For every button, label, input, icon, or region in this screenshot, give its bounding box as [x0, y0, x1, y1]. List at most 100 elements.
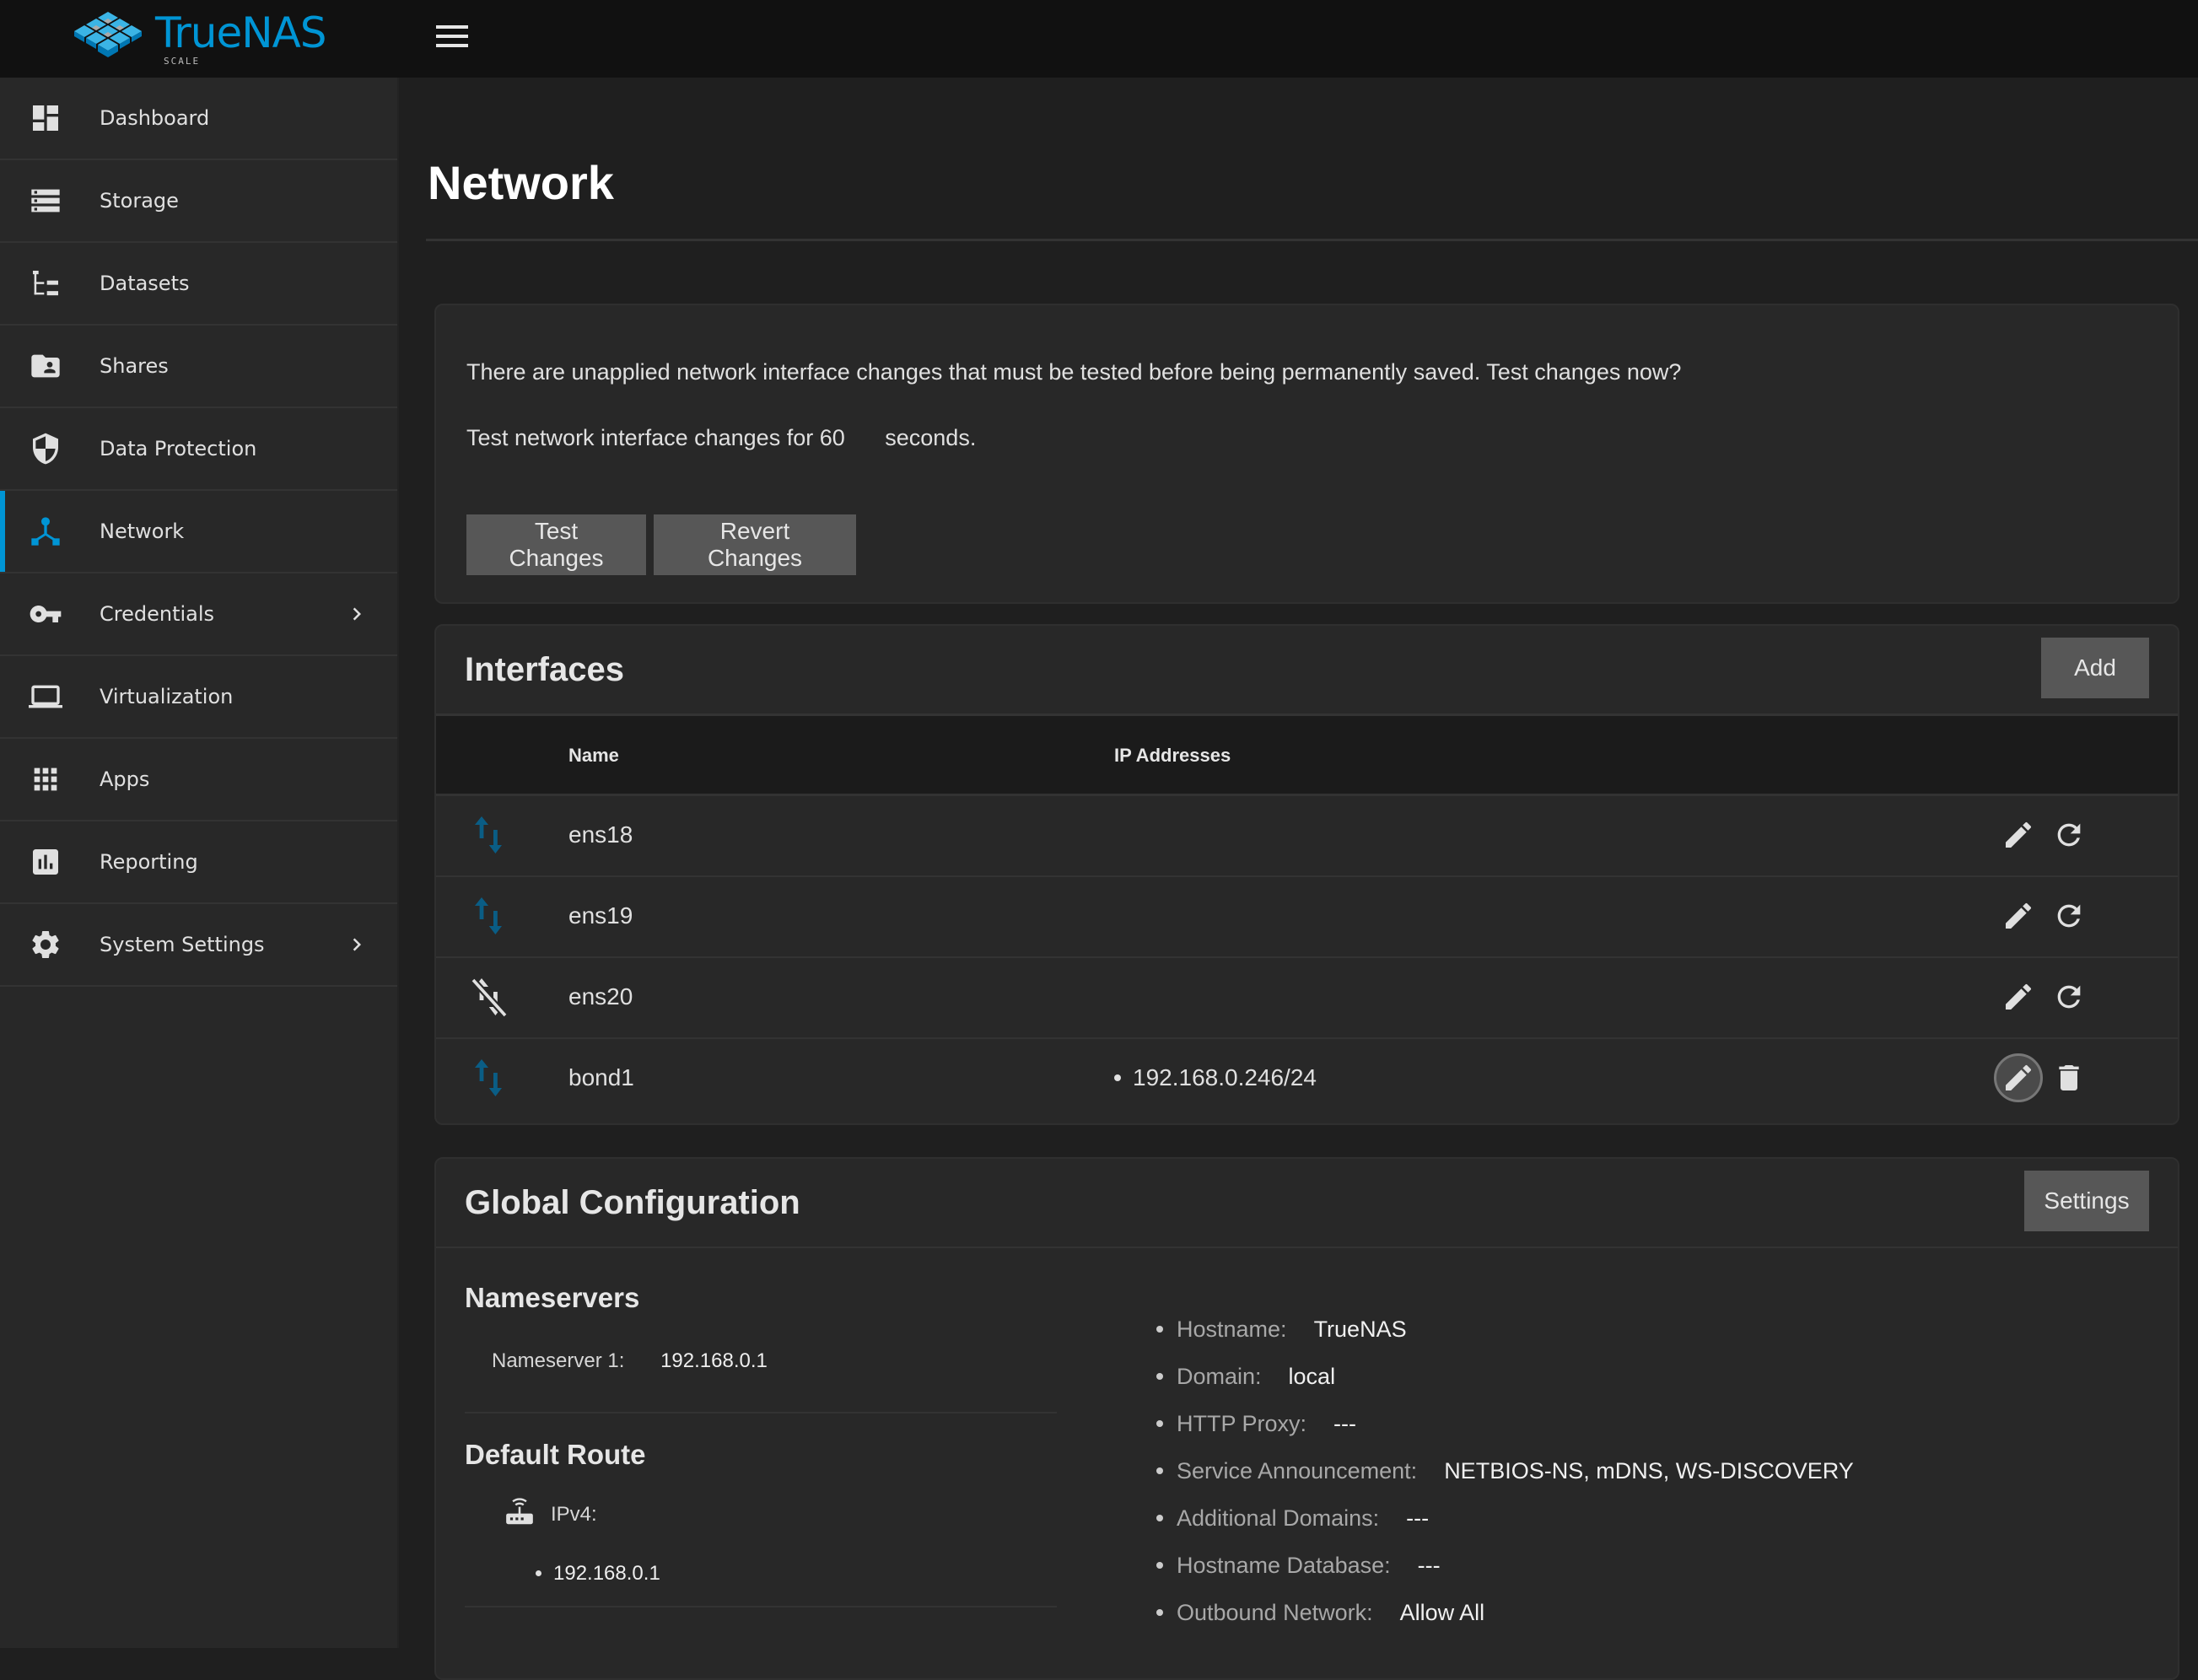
add-interface-button[interactable]: Add — [2041, 638, 2149, 698]
pending-changes-message: There are unapplied network interface ch… — [466, 359, 1682, 385]
interface-name: ens20 — [568, 983, 633, 1010]
sidebar-item-system-settings[interactable]: System Settings — [0, 904, 397, 987]
default-route-ip: 192.168.0.1 — [536, 1562, 660, 1586]
laptop-icon — [29, 680, 62, 713]
reporting-icon — [29, 845, 62, 879]
detail-http-proxy: HTTP Proxy: --- — [1156, 1400, 1854, 1447]
dashboard-icon — [29, 101, 62, 135]
chevron-right-icon — [353, 607, 361, 621]
detail-hostname-database: Hostname Database: --- — [1156, 1542, 1854, 1589]
card-divider — [436, 1247, 2178, 1248]
interface-ip: 192.168.0.246/24 — [1114, 1064, 1317, 1091]
storage-icon — [29, 184, 62, 218]
table-row[interactable]: ens19 — [436, 877, 2178, 958]
sidebar-item-storage[interactable]: Storage — [0, 160, 397, 243]
interface-name: ens18 — [568, 821, 633, 848]
link-up-icon — [475, 897, 502, 934]
revert-changes-button[interactable]: Revert Changes — [654, 514, 856, 575]
edit-icon[interactable] — [1998, 896, 2039, 936]
bullet — [536, 1570, 541, 1576]
shield-icon — [29, 432, 62, 466]
main-content: Network There are unapplied network inte… — [399, 78, 2198, 1680]
test-duration-prefix: Test network interface changes for — [466, 425, 814, 450]
sidebar-item-shares[interactable]: Shares — [0, 326, 397, 408]
section-divider — [465, 1606, 1057, 1607]
edit-icon[interactable] — [1994, 1053, 2043, 1102]
sidebar-item-label: Shares — [100, 354, 169, 378]
sidebar-item-data-protection[interactable]: Data Protection — [0, 408, 397, 491]
sidebar-item-label: Datasets — [100, 272, 190, 295]
link-up-icon — [475, 816, 502, 853]
detail-outbound-network: Outbound Network: Allow All — [1156, 1589, 1854, 1636]
sidebar-item-label: Network — [100, 520, 185, 543]
brand-edition: SCALE — [164, 56, 201, 67]
settings-button[interactable]: Settings — [2024, 1171, 2149, 1231]
sidebar-item-label: Virtualization — [100, 685, 234, 708]
sidebar-item-apps[interactable]: Apps — [0, 739, 397, 821]
sidebar-item-label: Data Protection — [100, 437, 257, 460]
table-row[interactable]: bond1 192.168.0.246/24 — [436, 1039, 2178, 1120]
router-icon — [506, 1498, 533, 1525]
bullet — [1114, 1074, 1121, 1081]
sidebar-item-label: Storage — [100, 189, 179, 213]
sidebar-item-credentials[interactable]: Credentials — [0, 573, 397, 656]
nameservers-title: Nameservers — [465, 1282, 640, 1313]
detail-hostname: Hostname: TrueNAS — [1156, 1306, 1854, 1353]
delete-icon[interactable] — [2049, 1058, 2089, 1098]
nameserver-row: Nameserver 1: 192.168.0.1 — [492, 1349, 768, 1373]
truenas-logo[interactable]: TrueNAS SCALE — [73, 8, 327, 67]
edit-icon[interactable] — [1998, 815, 2039, 855]
interfaces-card: Interfaces Add Name IP Addresses ens18 e… — [434, 624, 2179, 1125]
brand-name: TrueNAS — [155, 8, 327, 57]
sidebar-item-virtualization[interactable]: Virtualization — [0, 656, 397, 739]
table-row[interactable]: ens20 — [436, 958, 2178, 1039]
detail-service-announcement: Service Announcement: NETBIOS-NS, mDNS, W… — [1156, 1447, 1854, 1494]
truenas-logo-icon — [74, 12, 142, 57]
interface-name: ens19 — [568, 902, 633, 929]
section-divider — [465, 1412, 1057, 1413]
sidebar-item-label: Dashboard — [100, 106, 210, 130]
table-row[interactable]: ens18 — [436, 796, 2178, 877]
sidebar-item-label: Apps — [100, 767, 150, 791]
menu-toggle-icon[interactable] — [436, 25, 468, 51]
test-duration-suffix: seconds. — [885, 425, 977, 450]
reset-icon[interactable] — [2049, 815, 2089, 855]
link-up-icon — [475, 1059, 502, 1096]
interfaces-title: Interfaces — [465, 651, 624, 688]
ip-address: 192.168.0.246/24 — [1133, 1064, 1317, 1090]
sidebar-item-label: Reporting — [100, 850, 198, 874]
table-header: Name IP Addresses — [436, 713, 2178, 796]
sidebar-item-label: System Settings — [100, 933, 265, 956]
edit-icon[interactable] — [1998, 977, 2039, 1017]
column-header-name[interactable]: Name — [568, 745, 619, 767]
sidebar: Dashboard Storage Datasets Shares Data P… — [0, 78, 399, 1648]
key-icon — [29, 597, 62, 631]
global-configuration-card: Global Configuration Settings Nameserver… — [434, 1157, 2179, 1680]
sidebar-item-datasets[interactable]: Datasets — [0, 243, 397, 326]
link-down-icon — [471, 977, 508, 1018]
column-header-ip-addresses[interactable]: IP Addresses — [1114, 745, 1231, 767]
ipv4-label: IPv4: — [551, 1503, 597, 1526]
test-seconds-input[interactable] — [819, 425, 879, 451]
default-route-title: Default Route — [465, 1439, 646, 1470]
sidebar-item-reporting[interactable]: Reporting — [0, 821, 397, 904]
test-changes-button[interactable]: Test Changes — [466, 514, 646, 575]
nameserver-label: Nameserver 1: — [492, 1349, 625, 1372]
top-bar: TrueNAS SCALE — [0, 0, 2198, 78]
global-configuration-title: Global Configuration — [465, 1184, 800, 1221]
network-icon — [29, 514, 62, 548]
global-details-list: Hostname: TrueNAS Domain: local HTTP Proxy… — [1156, 1306, 1854, 1636]
nameserver-value: 192.168.0.1 — [660, 1349, 768, 1372]
interfaces-table: Name IP Addresses ens18 ens19 ens20 bond… — [436, 713, 2178, 1120]
detail-domain: Domain: local — [1156, 1353, 1854, 1400]
reset-icon[interactable] — [2049, 896, 2089, 936]
title-divider — [426, 239, 2198, 241]
sidebar-item-network[interactable]: Network — [0, 491, 397, 573]
gear-icon — [29, 928, 62, 961]
sidebar-item-label: Credentials — [100, 602, 215, 626]
datasets-icon — [29, 267, 62, 300]
reset-icon[interactable] — [2049, 977, 2089, 1017]
sidebar-item-dashboard[interactable]: Dashboard — [0, 78, 397, 160]
test-duration-row: Test network interface changes for secon… — [466, 425, 976, 451]
interface-name: bond1 — [568, 1064, 634, 1090]
